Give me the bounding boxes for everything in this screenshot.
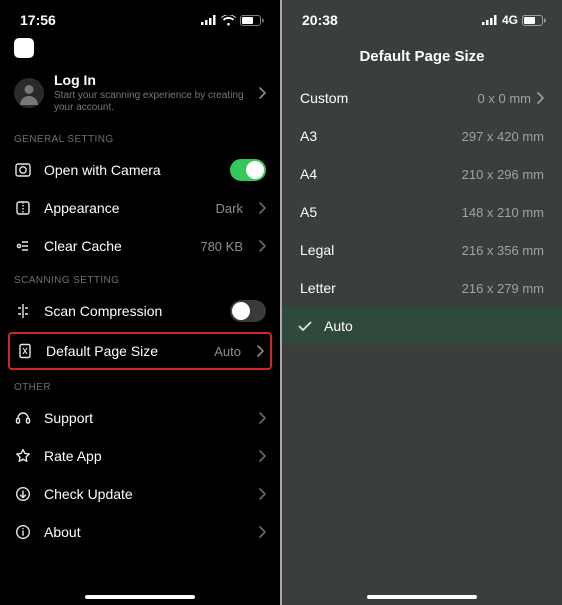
row-update[interactable]: Check Update [0, 475, 280, 513]
login-subtitle: Start your scanning experience by creati… [54, 90, 249, 114]
home-indicator[interactable] [85, 595, 195, 599]
app-button[interactable] [14, 38, 34, 58]
wifi-icon [221, 15, 236, 26]
row-default-page-size[interactable]: Default Page Size Auto [8, 332, 272, 370]
page-size-icon [16, 342, 34, 360]
status-icons [201, 15, 264, 26]
update-label: Check Update [44, 486, 247, 502]
compression-icon [14, 302, 32, 320]
option-value: 216 x 279 mm [462, 281, 544, 296]
option-letter[interactable]: Letter 216 x 279 mm [282, 269, 562, 307]
chevron-right-icon [537, 92, 544, 104]
option-value: 0 x 0 mm [478, 91, 531, 106]
battery-icon [522, 15, 546, 26]
status-time: 20:38 [302, 12, 338, 28]
page-size-screen: 20:38 4G Default Page Size Custom 0 x 0 … [282, 0, 562, 605]
row-clear-cache[interactable]: Clear Cache 780 KB [0, 227, 280, 265]
clear-cache-value: 780 KB [200, 239, 243, 254]
option-auto[interactable]: Auto [282, 307, 562, 345]
chevron-right-icon [259, 488, 266, 500]
appearance-label: Appearance [44, 200, 204, 216]
section-other-header: OTHER [0, 372, 280, 399]
chevron-right-icon [259, 412, 266, 424]
option-a4[interactable]: A4 210 x 296 mm [282, 155, 562, 193]
row-open-camera[interactable]: Open with Camera [0, 151, 280, 189]
status-time: 17:56 [20, 12, 56, 28]
default-page-size-label: Default Page Size [46, 343, 202, 359]
option-label: Custom [300, 90, 348, 106]
chevron-right-icon [259, 526, 266, 538]
network-label: 4G [502, 13, 518, 27]
option-a5[interactable]: A5 148 x 210 mm [282, 193, 562, 231]
scan-compression-label: Scan Compression [44, 303, 218, 319]
option-legal[interactable]: Legal 216 x 356 mm [282, 231, 562, 269]
option-label: A4 [300, 166, 317, 182]
open-camera-toggle[interactable] [230, 159, 266, 181]
status-icons: 4G [482, 13, 546, 27]
option-a3[interactable]: A3 297 x 420 mm [282, 117, 562, 155]
rate-label: Rate App [44, 448, 247, 464]
battery-icon [240, 15, 264, 26]
support-label: Support [44, 410, 247, 426]
support-icon [14, 409, 32, 427]
chevron-right-icon [259, 202, 266, 214]
option-custom[interactable]: Custom 0 x 0 mm [282, 79, 562, 117]
option-label: A5 [300, 204, 317, 220]
chevron-right-icon [259, 87, 266, 99]
row-appearance[interactable]: Appearance Dark [0, 189, 280, 227]
chevron-right-icon [259, 240, 266, 252]
update-icon [14, 485, 32, 503]
row-rate[interactable]: Rate App [0, 437, 280, 475]
home-indicator[interactable] [367, 595, 477, 599]
chevron-right-icon [259, 450, 266, 462]
star-icon [14, 447, 32, 465]
appearance-value: Dark [216, 201, 243, 216]
status-bar: 20:38 4G [282, 0, 562, 30]
option-label: Auto [324, 318, 353, 334]
scan-compression-toggle[interactable] [230, 300, 266, 322]
login-row[interactable]: Log In Start your scanning experience by… [0, 58, 280, 124]
chevron-right-icon [257, 345, 264, 357]
row-about[interactable]: About [0, 513, 280, 551]
status-bar: 17:56 [0, 0, 280, 30]
signal-icon [201, 15, 217, 25]
row-scan-compression[interactable]: Scan Compression [0, 292, 280, 330]
camera-icon [14, 161, 32, 179]
option-value: 210 x 296 mm [462, 167, 544, 182]
option-label: Legal [300, 242, 334, 258]
option-label: A3 [300, 128, 317, 144]
signal-icon [482, 15, 498, 25]
page-title: Default Page Size [282, 30, 562, 79]
settings-screen: 17:56 Log In Start your scanning experie… [0, 0, 280, 605]
check-icon [298, 321, 312, 332]
info-icon [14, 523, 32, 541]
option-value: 148 x 210 mm [462, 205, 544, 220]
login-title: Log In [54, 72, 249, 88]
default-page-size-value: Auto [214, 344, 241, 359]
section-general-header: GENERAL SETTING [0, 124, 280, 151]
row-support[interactable]: Support [0, 399, 280, 437]
option-value: 297 x 420 mm [462, 129, 544, 144]
cache-icon [14, 237, 32, 255]
section-scanning-header: SCANNING SETTING [0, 265, 280, 292]
appearance-icon [14, 199, 32, 217]
about-label: About [44, 524, 247, 540]
open-camera-label: Open with Camera [44, 162, 218, 178]
option-value: 216 x 356 mm [462, 243, 544, 258]
avatar-icon [14, 78, 44, 108]
option-label: Letter [300, 280, 336, 296]
clear-cache-label: Clear Cache [44, 238, 188, 254]
